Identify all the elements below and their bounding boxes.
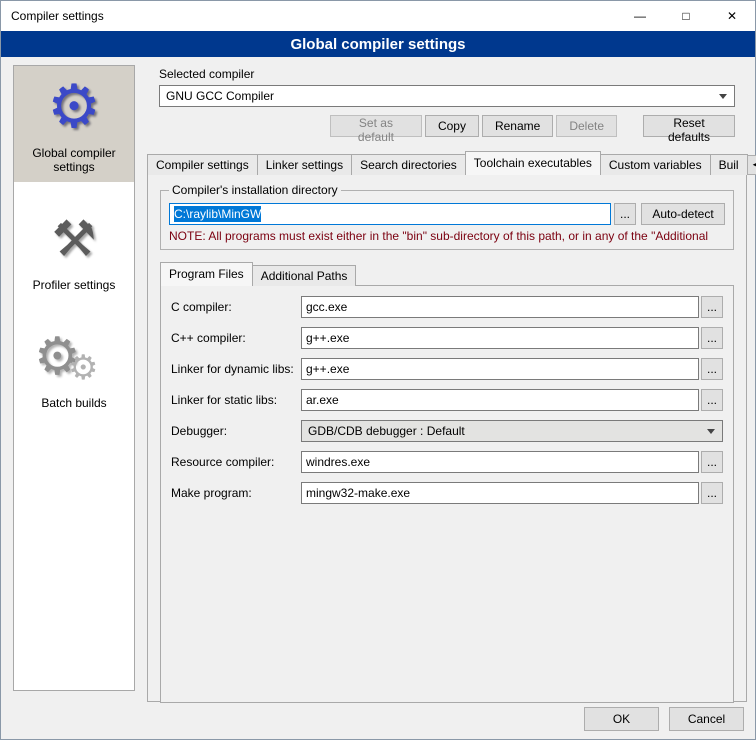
tab-search-directories[interactable]: Search directories (351, 154, 466, 175)
program-files-tabstrip: Program Files Additional Paths (160, 262, 734, 286)
installation-directory-group: Compiler's installation directory C:\ray… (160, 183, 734, 250)
tab-custom-variables[interactable]: Custom variables (600, 154, 711, 175)
dynamic-linker-row: Linker for dynamic libs: ... (171, 358, 723, 380)
tab-program-files[interactable]: Program Files (160, 262, 253, 286)
dynamic-linker-input[interactable] (301, 358, 699, 380)
dialog-footer: OK Cancel (574, 707, 744, 731)
static-linker-row: Linker for static libs: ... (171, 389, 723, 411)
batch-builds-gears-icon: ⚙ ⚙ (16, 320, 132, 394)
tab-scroll-left-button[interactable]: ◄ (747, 155, 756, 175)
selected-compiler-value: GNU GCC Compiler (166, 89, 274, 103)
selected-compiler-label: Selected compiler (159, 67, 747, 81)
cpp-compiler-input[interactable] (301, 327, 699, 349)
auto-detect-button[interactable]: Auto-detect (641, 203, 725, 225)
browse-cpp-compiler-button[interactable]: ... (701, 327, 723, 349)
make-program-row: Make program: ... (171, 482, 723, 504)
main-panel: Selected compiler GNU GCC Compiler Set a… (147, 65, 747, 702)
debugger-row: Debugger: GDB/CDB debugger : Default (171, 420, 723, 442)
cpp-compiler-row: C++ compiler: ... (171, 327, 723, 349)
c-compiler-row: C compiler: ... (171, 296, 723, 318)
chevron-down-icon (707, 429, 715, 434)
rename-button[interactable]: Rename (482, 115, 553, 137)
tab-compiler-settings[interactable]: Compiler settings (147, 154, 258, 175)
ok-button[interactable]: OK (584, 707, 659, 731)
installation-directory-input[interactable]: C:\raylib\MinGW (169, 203, 611, 225)
tab-toolchain-executables[interactable]: Toolchain executables (465, 151, 601, 175)
c-compiler-label: C compiler: (171, 300, 301, 314)
make-program-label: Make program: (171, 486, 301, 500)
tab-build-truncated[interactable]: Buil (710, 154, 748, 175)
page-title: Global compiler settings (1, 31, 755, 57)
resource-compiler-row: Resource compiler: ... (171, 451, 723, 473)
debugger-dropdown[interactable]: GDB/CDB debugger : Default (301, 420, 723, 442)
installation-directory-group-title: Compiler's installation directory (169, 183, 341, 197)
tab-scroll-buttons: ◄ ► (747, 155, 756, 175)
chevron-down-icon (719, 94, 727, 99)
dialog-content: ⚙ Global compiler settings ⚒ Profiler se… (1, 57, 755, 739)
installation-directory-value: C:\raylib\MinGW (174, 206, 261, 222)
sidebar-item-batch-builds[interactable]: ⚙ ⚙ Batch builds (14, 316, 134, 418)
sidebar-item-label: Profiler settings (16, 276, 132, 292)
cpp-compiler-label: C++ compiler: (171, 331, 301, 345)
browse-c-compiler-button[interactable]: ... (701, 296, 723, 318)
sidebar-item-label: Batch builds (16, 394, 132, 410)
browse-make-program-button[interactable]: ... (701, 482, 723, 504)
sidebar-item-label: Global compiler settings (16, 144, 132, 174)
window-controls: — □ ✕ (617, 1, 755, 31)
tab-linker-settings[interactable]: Linker settings (257, 154, 352, 175)
static-linker-input[interactable] (301, 389, 699, 411)
titlebar: Compiler settings — □ ✕ (1, 1, 755, 31)
toolchain-executables-panel: Compiler's installation directory C:\ray… (147, 174, 747, 702)
dynamic-linker-label: Linker for dynamic libs: (171, 362, 301, 376)
browse-resource-compiler-button[interactable]: ... (701, 451, 723, 473)
reset-defaults-button[interactable]: Reset defaults (643, 115, 735, 137)
profiler-tools-icon: ⚒ (16, 202, 132, 276)
set-as-default-button[interactable]: Set as default (330, 115, 422, 137)
resource-compiler-input[interactable] (301, 451, 699, 473)
minimize-button[interactable]: — (617, 1, 663, 31)
compiler-buttons-row: Set as default Copy Rename Delete Reset … (159, 115, 735, 137)
c-compiler-input[interactable] (301, 296, 699, 318)
tab-additional-paths[interactable]: Additional Paths (252, 265, 357, 286)
close-button[interactable]: ✕ (709, 1, 755, 31)
sidebar: ⚙ Global compiler settings ⚒ Profiler se… (13, 65, 135, 691)
cancel-button[interactable]: Cancel (669, 707, 744, 731)
debugger-value: GDB/CDB debugger : Default (308, 424, 465, 438)
browse-dynamic-linker-button[interactable]: ... (701, 358, 723, 380)
sidebar-item-profiler-settings[interactable]: ⚒ Profiler settings (14, 198, 134, 300)
gear-icon: ⚙ (16, 70, 132, 144)
browse-directory-button[interactable]: ... (614, 203, 636, 225)
note-text: NOTE: All programs must exist either in … (169, 229, 725, 243)
make-program-input[interactable] (301, 482, 699, 504)
gear-icon: ⚙ (68, 348, 98, 388)
copy-button[interactable]: Copy (425, 115, 479, 137)
debugger-label: Debugger: (171, 424, 301, 438)
window-title: Compiler settings (1, 9, 104, 23)
installation-directory-row: C:\raylib\MinGW ... Auto-detect (169, 203, 725, 225)
maximize-button[interactable]: □ (663, 1, 709, 31)
resource-compiler-label: Resource compiler: (171, 455, 301, 469)
static-linker-label: Linker for static libs: (171, 393, 301, 407)
delete-button[interactable]: Delete (556, 115, 617, 137)
sidebar-item-global-compiler-settings[interactable]: ⚙ Global compiler settings (14, 66, 134, 182)
browse-static-linker-button[interactable]: ... (701, 389, 723, 411)
selected-compiler-dropdown[interactable]: GNU GCC Compiler (159, 85, 735, 107)
settings-tabstrip: Compiler settings Linker settings Search… (147, 151, 747, 175)
program-files-panel: C compiler: ... C++ compiler: ... Linker… (160, 285, 734, 703)
